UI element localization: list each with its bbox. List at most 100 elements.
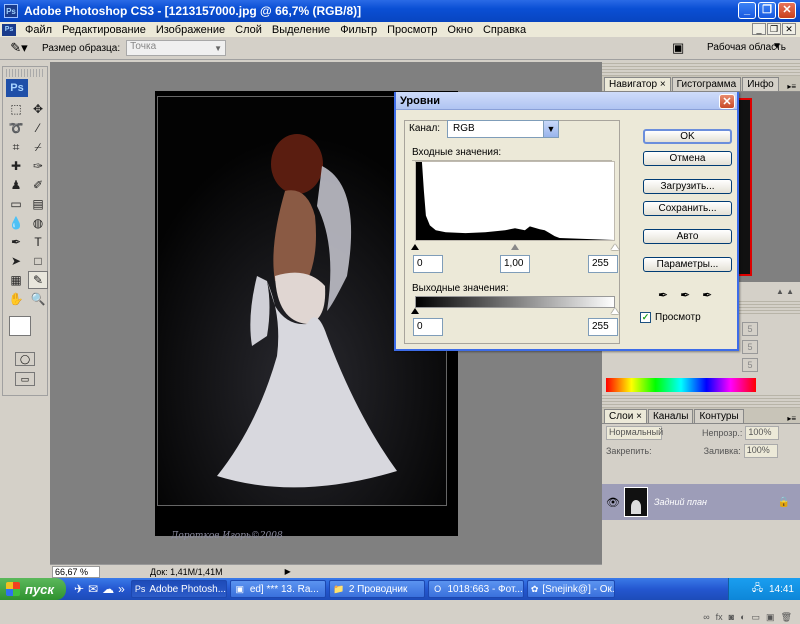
close-window-button[interactable]: ✕: [778, 2, 796, 19]
pen-tool-icon[interactable]: ✒: [6, 233, 26, 251]
document-info[interactable]: Док: 1,41M/1,41M: [150, 567, 223, 577]
new-group-icon[interactable]: ▭: [752, 612, 761, 624]
eye-icon[interactable]: 👁: [606, 496, 622, 509]
panel-menu-icon[interactable]: ▸≡: [787, 82, 796, 91]
new-layer-icon[interactable]: ▣: [766, 612, 775, 624]
trash-icon[interactable]: 🗑: [781, 612, 792, 624]
save-button[interactable]: Сохранить...: [643, 201, 732, 216]
zoom-field[interactable]: 66,67 %: [52, 565, 100, 578]
tab-paths[interactable]: Контуры: [694, 409, 744, 423]
opacity-field[interactable]: 100%: [745, 426, 780, 440]
quick-mask-icon[interactable]: ◯: [15, 352, 35, 366]
channel-select[interactable]: RGB ▼: [447, 120, 559, 138]
doc-restore-button[interactable]: ❐: [767, 23, 781, 35]
blur-tool-icon[interactable]: 💧: [6, 214, 26, 232]
tray-network-icon[interactable]: 🖧: [752, 581, 763, 598]
menu-filter[interactable]: Фильтр: [335, 24, 382, 36]
quicklaunch-chevron-icon[interactable]: »: [118, 582, 125, 596]
black-eyedropper-icon[interactable]: ✒: [658, 288, 668, 302]
minimize-button[interactable]: _: [738, 2, 756, 19]
input-black-point-handle[interactable]: [411, 244, 419, 250]
magic-wand-tool-icon[interactable]: ⁄: [28, 119, 48, 137]
eyedropper-preset-icon[interactable]: ✎▾: [4, 39, 34, 58]
lasso-tool-icon[interactable]: ➰: [6, 119, 26, 137]
status-menu-arrow-icon[interactable]: ▶: [285, 567, 291, 576]
preview-checkbox[interactable]: ✓ Просмотр: [640, 312, 701, 323]
link-layers-icon[interactable]: ∞: [703, 612, 709, 624]
eraser-tool-icon[interactable]: ▭: [6, 195, 26, 213]
path-selection-tool-icon[interactable]: ➤: [6, 252, 26, 270]
gray-eyedropper-icon[interactable]: ✒: [680, 288, 690, 302]
workspace-icon[interactable]: ▣: [672, 40, 694, 56]
input-black-field[interactable]: 0: [413, 255, 443, 273]
doc-minimize-button[interactable]: _: [752, 23, 766, 35]
layer-mask-icon[interactable]: ◙: [729, 612, 734, 624]
input-gamma-handle[interactable]: [511, 244, 519, 250]
gradient-tool-icon[interactable]: ▤: [28, 195, 48, 213]
type-tool-icon[interactable]: T: [28, 233, 48, 251]
screen-mode-icon[interactable]: ▭: [15, 372, 35, 386]
color-spectrum[interactable]: [606, 378, 756, 392]
panel-menu-icon[interactable]: ▸≡: [787, 414, 796, 423]
document-icon[interactable]: Ps: [2, 23, 16, 36]
color-value-r[interactable]: 5: [742, 322, 758, 336]
cancel-button[interactable]: Отмена: [643, 151, 732, 166]
checkbox-checked-icon[interactable]: ✓: [640, 312, 651, 323]
healing-brush-tool-icon[interactable]: ✚: [6, 157, 26, 175]
input-white-field[interactable]: 255: [588, 255, 618, 273]
color-value-g[interactable]: 5: [742, 340, 758, 354]
panel-header[interactable]: [602, 394, 800, 408]
dodge-tool-icon[interactable]: ◍: [28, 214, 48, 232]
layer-style-icon[interactable]: fx: [716, 612, 723, 624]
menu-layer[interactable]: Слой: [230, 24, 267, 36]
menu-file[interactable]: Файл: [20, 24, 57, 36]
output-white-field[interactable]: 255: [588, 318, 618, 336]
fill-field[interactable]: 100%: [743, 444, 778, 458]
foreground-color-swatch[interactable]: [9, 316, 31, 336]
task-browser[interactable]: ▣ ed] *** 13. Ra...: [229, 580, 326, 598]
white-eyedropper-icon[interactable]: ✒: [702, 288, 712, 302]
history-brush-tool-icon[interactable]: ✐: [28, 176, 48, 194]
tab-layers[interactable]: Слои ×: [604, 409, 647, 423]
task-explorer[interactable]: 📁 2 Проводник: [328, 580, 425, 598]
task-chat[interactable]: ✿ [Snejink@] - Ок...: [526, 580, 615, 598]
eyedropper-tool-icon[interactable]: ✎: [28, 271, 48, 289]
photoshop-logo[interactable]: Ps: [6, 79, 28, 97]
tab-info[interactable]: Инфо: [742, 77, 779, 91]
blend-mode-select[interactable]: Нормальный: [606, 426, 663, 440]
window-titlebar[interactable]: Ps Adobe Photoshop CS3 - [1213157000.jpg…: [0, 0, 800, 22]
notes-tool-icon[interactable]: ▦: [6, 271, 26, 289]
menu-edit[interactable]: Редактирование: [57, 24, 151, 36]
task-photoshop[interactable]: Ps Adobe Photosh...: [130, 580, 227, 598]
clone-stamp-tool-icon[interactable]: ♟: [6, 176, 26, 194]
panel-header[interactable]: [602, 62, 800, 76]
load-button[interactable]: Загрузить...: [643, 179, 732, 194]
clock[interactable]: 14:41: [769, 584, 794, 595]
menu-view[interactable]: Просмотр: [382, 24, 442, 36]
adjustment-layer-icon[interactable]: ◐: [740, 612, 745, 624]
hand-tool-icon[interactable]: ✋: [6, 290, 26, 308]
menu-help[interactable]: Справка: [478, 24, 531, 36]
marquee-tool-icon[interactable]: ⬚: [6, 100, 26, 118]
quicklaunch-app-icon[interactable]: ✉: [88, 582, 98, 596]
quicklaunch-app-icon[interactable]: ☁: [102, 582, 114, 596]
ok-button[interactable]: OK: [643, 129, 732, 144]
slice-tool-icon[interactable]: ⌿: [28, 138, 48, 156]
color-value-b[interactable]: 5: [742, 358, 758, 372]
menu-image[interactable]: Изображение: [151, 24, 230, 36]
input-levels-slider[interactable]: [411, 242, 619, 250]
dialog-titlebar[interactable]: Уровни: [396, 92, 737, 110]
input-white-point-handle[interactable]: [611, 244, 619, 250]
rectangle-tool-icon[interactable]: □: [28, 252, 48, 270]
auto-button[interactable]: Авто: [643, 229, 732, 244]
tab-channels[interactable]: Каналы: [647, 409, 694, 423]
menu-select[interactable]: Выделение: [267, 24, 335, 36]
panel-grip[interactable]: [6, 69, 44, 77]
chevron-down-icon[interactable]: ▼: [772, 41, 782, 52]
output-black-point-handle[interactable]: [411, 308, 419, 314]
tab-histogram[interactable]: Гистограмма: [671, 77, 742, 91]
sample-size-select[interactable]: Точка ▼: [126, 40, 227, 56]
color-swatches[interactable]: [7, 316, 45, 346]
crop-tool-icon[interactable]: ⌗: [6, 138, 26, 156]
layer-row[interactable]: 👁 Задний план 🔒: [602, 484, 800, 520]
